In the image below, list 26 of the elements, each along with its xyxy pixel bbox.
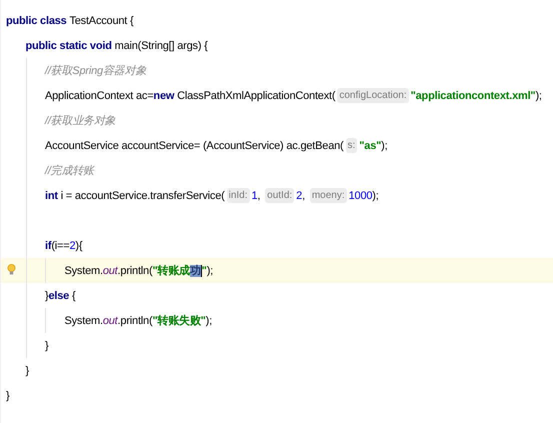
code-text: if(i==2){ [45, 240, 82, 252]
code-text: 1, [252, 190, 262, 202]
code-text: //获取业务对象 [45, 114, 116, 128]
lightbulb-icon[interactable] [7, 264, 16, 276]
code-text: //完成转账 [45, 164, 94, 178]
parameter-hint: outId: [265, 188, 294, 203]
code-text: ApplicationContext ac=new ClassPathXmlApplicationContext( [45, 90, 336, 102]
code-text: } [6, 390, 10, 402]
code-text: AccountService accountService= (AccountService) ac.getBean( [45, 140, 344, 152]
code-text: //获取Spring容器对象 [45, 64, 146, 78]
code-text: 1000); [348, 190, 379, 202]
code-text: System.out.println("转账失败"); [64, 314, 212, 328]
code-text: public static void main(String[] args) { [26, 40, 208, 52]
parameter-hint: moeny: [310, 188, 347, 203]
code-text: int i = accountService.transferService( [45, 190, 225, 202]
code-text: System.out.println("转账成功"); [64, 264, 214, 278]
parameter-hint: inId: [226, 188, 250, 203]
parameter-hint: s: [346, 138, 358, 153]
code-text: }else { [45, 290, 76, 302]
code-text: 2, [296, 190, 306, 202]
parameter-hint: configLocation: [337, 88, 409, 103]
code-text: } [45, 340, 48, 352]
code-text: } [26, 364, 29, 376]
code-text: "as"); [359, 140, 388, 152]
code-text: public class TestAccount { [6, 14, 134, 26]
code-text: "applicationcontext.xml"); [410, 90, 542, 102]
